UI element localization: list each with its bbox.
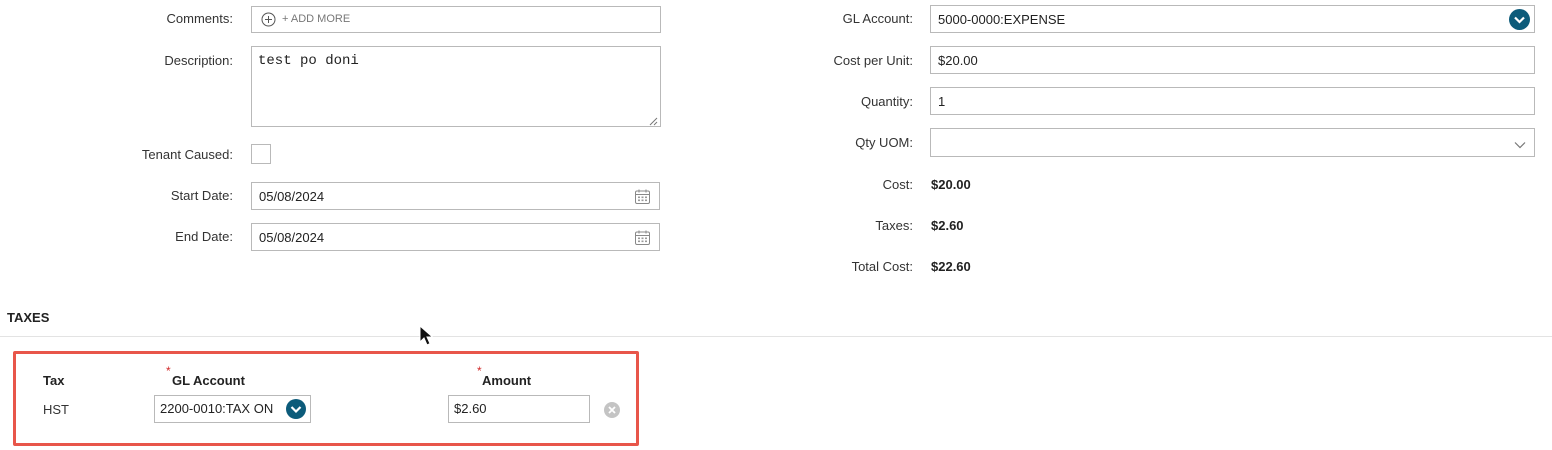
calendar-icon[interactable] [634,188,651,205]
amount-column-header: Amount [482,373,532,388]
qty-uom-label: Qty UOM: [855,135,913,150]
chevron-down-icon[interactable] [1514,138,1526,149]
gl-account-label: GL Account: [842,11,913,26]
tenant-caused-label: Tenant Caused: [141,147,233,162]
start-date-input[interactable]: 05/08/2024 [251,182,660,210]
description-label: Description: [164,53,233,68]
remove-icon[interactable] [603,401,621,419]
required-marker: * [477,364,482,378]
required-marker: * [166,364,171,378]
chevron-down-icon[interactable] [286,399,306,419]
end-date-value: 05/08/2024 [259,230,325,245]
tax-name-cell: HST [43,402,69,417]
plus-circle-icon[interactable] [261,12,276,27]
cost-value: $20.00 [931,177,971,192]
quantity-input[interactable]: 1 [930,87,1535,115]
end-date-label: End Date: [175,229,233,244]
cost-per-unit-label: Cost per Unit: [833,53,913,68]
section-divider [0,336,1552,337]
description-value: test po doni [258,53,359,69]
gl-account-column-header: GL Account [172,373,245,388]
tax-gl-account-select[interactable]: 2200-0010:TAX ON [154,395,311,423]
quantity-value: 1 [938,94,946,109]
gl-account-value: 5000-0000:EXPENSE [938,12,1066,27]
end-date-input[interactable]: 05/08/2024 [251,223,660,251]
tenant-caused-checkbox[interactable] [251,144,271,164]
gl-account-select[interactable]: 5000-0000:EXPENSE [930,5,1535,33]
taxes-value: $2.60 [931,218,964,233]
tax-column-header: Tax [43,373,65,388]
tax-gl-account-value: 2200-0010:TAX ON [160,401,274,416]
chevron-down-icon[interactable] [1509,9,1530,30]
tax-table-highlight: Tax * GL Account * Amount HST 2200-0010:… [13,351,639,446]
resize-handle-icon[interactable] [648,114,658,126]
taxes-label: Taxes: [875,218,913,233]
total-cost-value: $22.60 [931,259,971,274]
description-textarea[interactable]: test po doni [251,46,661,127]
qty-uom-select[interactable] [930,128,1535,157]
start-date-value: 05/08/2024 [259,189,325,204]
taxes-section-title: TAXES [7,310,50,325]
start-date-label: Start Date: [170,188,233,203]
quantity-label: Quantity: [860,94,913,109]
tax-amount-value: $2.60 [454,401,487,416]
comments-field[interactable]: + ADD MORE [251,6,661,33]
calendar-icon[interactable] [634,229,651,246]
comments-label: Comments: [166,11,233,26]
cost-per-unit-value: $20.00 [938,53,978,68]
add-more-link[interactable]: + ADD MORE [282,13,350,25]
cost-label: Cost: [882,177,913,192]
total-cost-label: Total Cost: [851,259,913,274]
cost-per-unit-input[interactable]: $20.00 [930,46,1535,74]
tax-amount-input[interactable]: $2.60 [448,395,590,423]
mouse-cursor-icon [419,324,434,347]
